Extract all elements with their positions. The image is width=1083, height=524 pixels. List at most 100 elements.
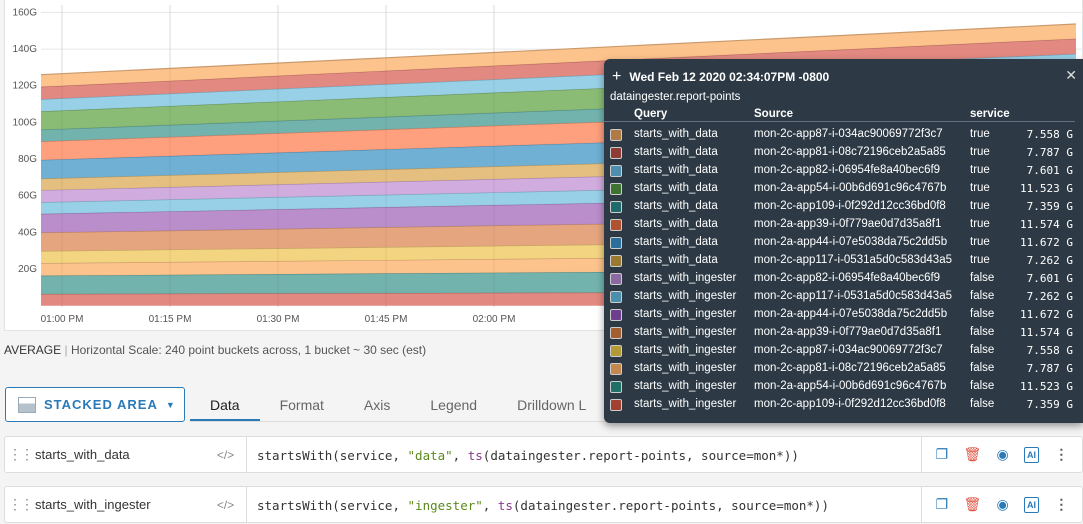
series-swatch	[610, 219, 622, 231]
expr-part: startsWith(service,	[257, 448, 408, 463]
row-query: starts_with_data	[634, 218, 718, 230]
y-tick-label: 120G	[13, 81, 38, 92]
row-value: 7.359 G	[1026, 398, 1073, 411]
drag-handle-icon[interactable]: ⋮⋮	[5, 496, 35, 513]
series-swatch	[610, 291, 622, 303]
row-value: 7.601 G	[1026, 272, 1073, 285]
copy-icon[interactable]: ❐	[936, 446, 949, 463]
expr-string: "data"	[407, 448, 453, 463]
eye-icon[interactable]: ◉	[997, 446, 1009, 463]
row-query: starts_with_data	[634, 128, 718, 140]
tooltip-row: starts_with_data mon-2c-app117-i-0531a5d…	[604, 252, 1083, 270]
tooltip-row: starts_with_data mon-2c-app109-i-0f292d1…	[604, 198, 1083, 216]
row-source: mon-2a-app44-i-07e5038da75c2dd5b	[754, 308, 948, 320]
query-name[interactable]: starts_with_data	[35, 447, 205, 462]
tooltip-row: starts_with_ingester mon-2c-app87-i-034a…	[604, 342, 1083, 360]
tab-format[interactable]: Format	[260, 387, 344, 422]
row-query: starts_with_ingester	[634, 308, 737, 320]
row-query: starts_with_data	[634, 182, 718, 194]
ai-chip-icon[interactable]: AI	[1024, 496, 1040, 513]
tooltip-row: starts_with_data mon-2a-app39-i-0f779ae0…	[604, 216, 1083, 234]
row-query: starts_with_data	[634, 200, 718, 212]
ai-chip-icon[interactable]: AI	[1024, 446, 1040, 463]
expr-part: (dataingester.report-points, source=mon*…	[512, 498, 829, 513]
tooltip-metric: dataingester.report-points	[610, 91, 741, 103]
row-query: starts_with_ingester	[634, 398, 737, 410]
y-tick-label: 100G	[13, 117, 38, 128]
query-expression-input[interactable]: startsWith(service, "ingester", ts(datai…	[247, 487, 922, 522]
tab-data[interactable]: Data	[190, 387, 260, 422]
expr-function: ts	[467, 448, 483, 463]
row-value: 11.574 G	[1020, 326, 1073, 339]
tab-legend[interactable]: Legend	[410, 387, 497, 422]
series-swatch	[610, 363, 622, 375]
chevron-down-icon: ▼	[165, 399, 176, 410]
row-value: 11.672 G	[1020, 236, 1073, 249]
expr-function: ts	[497, 498, 513, 513]
row-service: true	[970, 218, 990, 230]
more-menu-icon[interactable]: ⋮	[1054, 496, 1068, 513]
trash-icon[interactable]: 🗑	[963, 496, 981, 513]
x-tick-label: 01:45 PM	[365, 314, 408, 325]
row-source: mon-2c-app109-i-0f292d12cc36bd0f8	[754, 398, 946, 410]
query-name[interactable]: starts_with_ingester	[35, 497, 205, 512]
pin-plus-icon[interactable]: +	[612, 68, 621, 86]
row-source: mon-2c-app117-i-0531a5d0c583d43a5	[754, 290, 952, 302]
query-expression-input[interactable]: startsWith(service, "data", ts(datainges…	[247, 437, 922, 472]
y-tick-label: 60G	[18, 191, 37, 202]
row-service: false	[970, 362, 995, 374]
code-toggle-icon[interactable]: </>	[205, 487, 247, 522]
tab-drilldown[interactable]: Drilldown L	[497, 387, 606, 422]
row-service: false	[970, 344, 995, 356]
code-toggle-icon[interactable]: </>	[205, 437, 247, 472]
row-service: false	[970, 272, 995, 284]
series-swatch	[610, 399, 622, 411]
row-value: 7.787 G	[1026, 362, 1073, 375]
column-service: service	[970, 108, 1010, 120]
row-service: true	[970, 236, 990, 248]
row-value: 11.523 G	[1020, 182, 1073, 195]
row-service: true	[970, 146, 990, 158]
x-tick-label: 01:15 PM	[149, 314, 192, 325]
query-row: ⋮⋮ starts_with_ingester </> startsWith(s…	[4, 486, 1083, 523]
expr-string: "ingester"	[407, 498, 483, 513]
series-swatch	[610, 345, 622, 357]
tooltip-row: starts_with_ingester mon-2c-app109-i-0f2…	[604, 396, 1083, 414]
row-value: 7.787 G	[1026, 146, 1073, 159]
tooltip-row: starts_with_data mon-2c-app82-i-06954fe8…	[604, 162, 1083, 180]
more-menu-icon[interactable]: ⋮	[1054, 446, 1068, 463]
editor-tabs: Data Format Axis Legend Drilldown L	[190, 387, 606, 422]
row-source: mon-2c-app82-i-06954fe8a40bec6f9	[754, 272, 941, 284]
y-tick-label: 140G	[13, 44, 38, 55]
row-query: starts_with_ingester	[634, 362, 737, 374]
tooltip-row: starts_with_data mon-2a-app44-i-07e5038d…	[604, 234, 1083, 252]
y-tick-label: 20G	[18, 264, 37, 275]
x-tick-label: 02:00 PM	[473, 314, 516, 325]
x-tick-label: 01:00 PM	[41, 314, 84, 325]
y-tick-label: 40G	[18, 227, 37, 238]
row-source: mon-2c-app87-i-034ac90069772f3c7	[754, 128, 943, 140]
chart-type-dropdown[interactable]: STACKED AREA ▼	[5, 387, 185, 422]
drag-handle-icon[interactable]: ⋮⋮	[5, 446, 35, 463]
series-swatch	[610, 309, 622, 321]
trash-icon[interactable]: 🗑	[963, 446, 981, 463]
row-value: 7.262 G	[1026, 290, 1073, 303]
copy-icon[interactable]: ❐	[936, 496, 949, 513]
area-chart-icon	[18, 396, 36, 413]
row-service: true	[970, 200, 990, 212]
row-source: mon-2c-app82-i-06954fe8a40bec6f9	[754, 164, 941, 176]
tooltip-columns: Query Source service	[604, 108, 1075, 122]
row-service: true	[970, 164, 990, 176]
tooltip-row: starts_with_data mon-2c-app81-i-08c72196…	[604, 144, 1083, 162]
close-icon[interactable]: ✕	[1065, 67, 1077, 84]
tab-axis[interactable]: Axis	[344, 387, 410, 422]
row-source: mon-2c-app117-i-0531a5d0c583d43a5	[754, 254, 952, 266]
row-source: mon-2a-app54-i-00b6d691c96c4767b	[754, 380, 947, 392]
row-query: starts_with_data	[634, 254, 718, 266]
eye-icon[interactable]: ◉	[997, 496, 1009, 513]
tooltip-row: starts_with_data mon-2a-app54-i-00b6d691…	[604, 180, 1083, 198]
chart-type-label: STACKED AREA	[44, 397, 158, 412]
tooltip-timestamp: Wed Feb 12 2020 02:34:07PM -0800	[629, 70, 830, 84]
row-query: starts_with_data	[634, 146, 718, 158]
column-source: Source	[754, 108, 793, 120]
